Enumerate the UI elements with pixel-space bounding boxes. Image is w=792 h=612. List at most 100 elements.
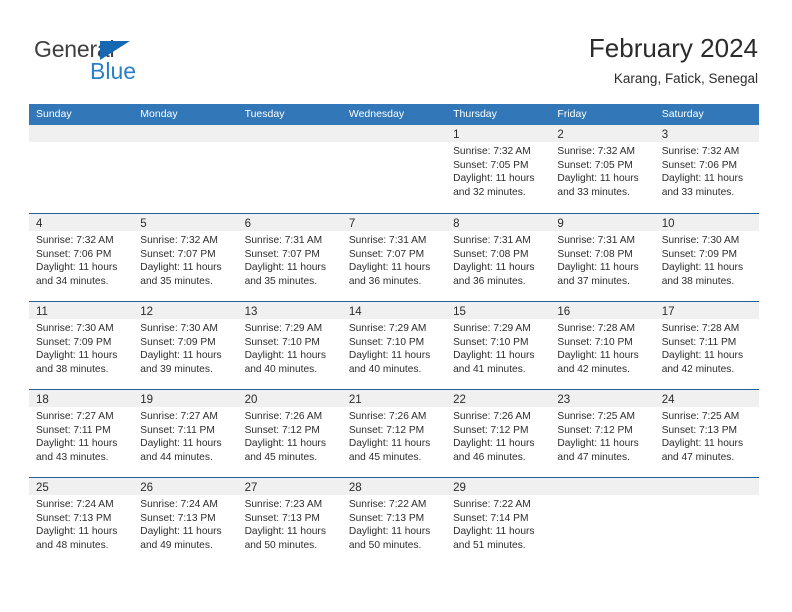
calendar-day-cell[interactable]: 5 Sunrise: 7:32 AM Sunset: 7:07 PM Daylight… — [133, 214, 238, 301]
day-number: 28 — [348, 482, 362, 494]
day-number: 24 — [661, 394, 675, 406]
general-blue-logo[interactable]: General Blue — [34, 36, 234, 88]
calendar-day-cell[interactable]: 18 Sunrise: 7:27 AM Sunset: 7:11 PM Dayligh… — [29, 390, 134, 477]
day-number: 21 — [348, 394, 362, 406]
day-detail-line: Sunset: 7:07 PM — [140, 248, 216, 260]
day-detail-line: Sunset: 7:12 PM — [453, 424, 529, 436]
day-detail-line: and 44 minutes. — [140, 451, 213, 463]
day-detail-line: Sunrise: 7:25 AM — [557, 411, 635, 422]
day-detail-line: Sunrise: 7:26 AM — [244, 411, 323, 422]
day-detail-line: Sunset: 7:13 PM — [244, 512, 320, 524]
calendar-day-cell[interactable]: 12 Sunrise: 7:30 AM Sunset: 7:09 PM Dayligh… — [133, 302, 238, 389]
calendar-day-cell[interactable]: 7 Sunrise: 7:31 AM Sunset: 7:07 PM Daylight… — [341, 214, 447, 301]
day-detail-line: Sunrise: 7:28 AM — [661, 323, 740, 334]
calendar-day-cell[interactable]: 26 Sunrise: 7:24 AM Sunset: 7:13 PM Dayligh… — [133, 478, 238, 565]
day-detail-lines: Sunrise: 7:24 AM Sunset: 7:13 PM Daylight:… — [29, 495, 133, 552]
day-detail-line: Sunset: 7:09 PM — [661, 248, 738, 260]
day-detail-line: Daylight: 11 hours — [36, 262, 118, 274]
day-detail-line: Daylight: 11 hours — [453, 350, 535, 362]
calendar-day-cell[interactable]: 14 Sunrise: 7:29 AM Sunset: 7:10 PM Dayligh… — [341, 302, 447, 389]
day-detail-line: Sunrise: 7:32 AM — [557, 146, 635, 157]
day-number-band: 17 — [654, 302, 759, 319]
day-detail-line: and 36 minutes. — [453, 275, 526, 287]
calendar-day-cell[interactable]: 24 Sunrise: 7:25 AM Sunset: 7:13 PM Dayligh… — [654, 390, 759, 477]
day-detail-lines: Sunrise: 7:27 AM Sunset: 7:11 PM Daylight:… — [29, 407, 133, 464]
calendar-day-cell[interactable]: 9 Sunrise: 7:31 AM Sunset: 7:08 PM Daylight… — [550, 214, 655, 301]
calendar-day-cell[interactable]: 8 Sunrise: 7:31 AM Sunset: 7:08 PM Daylight… — [446, 214, 551, 301]
day-detail-line: Sunset: 7:11 PM — [140, 424, 215, 436]
day-detail-line: Sunset: 7:11 PM — [661, 336, 737, 348]
day-detail-line: Sunrise: 7:24 AM — [36, 499, 114, 510]
day-number: 29 — [453, 482, 466, 494]
calendar-day-cell[interactable]: 2 Sunrise: 7:32 AM Sunset: 7:05 PM Daylight… — [550, 125, 655, 213]
day-detail-line: Sunset: 7:09 PM — [36, 336, 112, 348]
calendar-day-cell[interactable]: 21 Sunrise: 7:26 AM Sunset: 7:12 PM Dayligh… — [341, 390, 447, 477]
day-detail-line: Daylight: 11 hours — [557, 438, 639, 450]
day-detail-line: Daylight: 11 hours — [36, 350, 118, 362]
day-detail-line: Sunset: 7:13 PM — [36, 512, 112, 524]
calendar-day-cell[interactable]: 17 Sunrise: 7:28 AM Sunset: 7:11 PM Dayligh… — [654, 302, 759, 389]
calendar-day-cell[interactable]: 3 Sunrise: 7:32 AM Sunset: 7:06 PM Daylight… — [654, 125, 759, 213]
day-detail-line: Sunrise: 7:31 AM — [453, 235, 531, 246]
day-detail-line: Sunrise: 7:22 AM — [453, 499, 531, 510]
day-detail-line: Sunrise: 7:26 AM — [453, 411, 531, 422]
calendar-day-cell[interactable]: 4 Sunrise: 7:32 AM Sunset: 7:06 PM Daylight… — [29, 214, 134, 301]
day-detail-line: and 35 minutes. — [140, 275, 213, 287]
day-detail-line: Daylight: 11 hours — [557, 350, 639, 362]
calendar-day-cell[interactable]: 16 Sunrise: 7:28 AM Sunset: 7:10 PM Dayligh… — [550, 302, 655, 389]
day-detail-line: Sunrise: 7:29 AM — [348, 323, 427, 334]
day-detail-lines: Sunrise: 7:30 AM Sunset: 7:09 PM Daylight:… — [655, 231, 759, 288]
day-number: 5 — [140, 218, 147, 230]
day-number-band: 24 — [654, 390, 759, 407]
day-detail-line: Sunrise: 7:26 AM — [348, 411, 427, 422]
day-number-band: 21 — [341, 390, 447, 407]
day-detail-lines — [29, 142, 133, 145]
calendar-day-cell[interactable]: 10 Sunrise: 7:30 AM Sunset: 7:09 PM Dayligh… — [654, 214, 759, 301]
day-detail-lines: Sunrise: 7:26 AM Sunset: 7:12 PM Daylight:… — [342, 407, 446, 464]
day-detail-line: and 42 minutes. — [661, 363, 735, 375]
day-detail-lines: Sunrise: 7:29 AM Sunset: 7:10 PM Daylight:… — [238, 319, 342, 376]
day-detail-line: Sunset: 7:05 PM — [557, 159, 633, 171]
day-detail-line: and 45 minutes. — [244, 451, 318, 463]
day-number: 15 — [453, 306, 466, 318]
day-detail-lines: Sunrise: 7:27 AM Sunset: 7:11 PM Daylight:… — [133, 407, 237, 464]
day-number: 20 — [244, 394, 258, 406]
calendar-day-cell[interactable]: 1 Sunrise: 7:32 AM Sunset: 7:05 PM Daylight… — [446, 125, 551, 213]
day-detail-line: and 32 minutes. — [453, 186, 526, 198]
day-detail-line: Daylight: 11 hours — [348, 350, 431, 362]
weekday-header-monday: Monday — [140, 108, 178, 120]
calendar-week-row: 25 Sunrise: 7:24 AM Sunset: 7:13 PM Dayligh… — [29, 477, 759, 565]
calendar-day-cell[interactable]: 23 Sunrise: 7:25 AM Sunset: 7:12 PM Dayligh… — [550, 390, 655, 477]
day-number: 13 — [244, 306, 258, 318]
day-number-band: 14 — [341, 302, 447, 319]
calendar-day-cell[interactable]: 19 Sunrise: 7:27 AM Sunset: 7:11 PM Dayligh… — [133, 390, 238, 477]
day-number: 27 — [244, 482, 258, 494]
day-number-band: 12 — [133, 302, 238, 319]
calendar-day-cell[interactable]: 25 Sunrise: 7:24 AM Sunset: 7:13 PM Dayligh… — [29, 478, 134, 565]
day-number: 7 — [348, 218, 356, 230]
day-detail-line: Daylight: 11 hours — [453, 438, 535, 450]
day-number: 23 — [557, 394, 571, 406]
day-detail-line: Sunrise: 7:32 AM — [661, 146, 740, 157]
day-number: 14 — [348, 306, 362, 318]
day-number: 2 — [557, 129, 564, 141]
day-detail-line: Sunset: 7:10 PM — [348, 336, 425, 348]
calendar-day-cell[interactable]: 15 Sunrise: 7:29 AM Sunset: 7:10 PM Dayligh… — [446, 302, 551, 389]
calendar-day-cell[interactable]: 6 Sunrise: 7:31 AM Sunset: 7:07 PM Daylight… — [237, 214, 342, 301]
day-number: 12 — [140, 306, 154, 318]
title-block: February 2024 Karang, Fatick, Senegal — [589, 32, 758, 87]
day-detail-line: Sunrise: 7:27 AM — [36, 411, 114, 422]
day-detail-line: Daylight: 11 hours — [557, 173, 639, 185]
calendar-day-cell[interactable]: 13 Sunrise: 7:29 AM Sunset: 7:10 PM Dayligh… — [237, 302, 342, 389]
calendar-day-cell[interactable]: 11 Sunrise: 7:30 AM Sunset: 7:09 PM Dayligh… — [29, 302, 134, 389]
calendar-day-cell[interactable]: 22 Sunrise: 7:26 AM Sunset: 7:12 PM Dayligh… — [446, 390, 551, 477]
day-detail-lines — [550, 495, 654, 498]
calendar-day-cell[interactable]: 28 Sunrise: 7:22 AM Sunset: 7:13 PM Dayligh… — [341, 478, 447, 565]
calendar-day-cell[interactable]: 29 Sunrise: 7:22 AM Sunset: 7:14 PM Dayligh… — [446, 478, 551, 565]
day-number-band: 25 — [29, 478, 134, 495]
calendar-day-cell-empty — [237, 125, 342, 213]
calendar-weeks: 1 Sunrise: 7:32 AM Sunset: 7:05 PM Daylight… — [29, 125, 759, 565]
calendar-day-cell[interactable]: 20 Sunrise: 7:26 AM Sunset: 7:12 PM Dayligh… — [237, 390, 342, 477]
calendar-day-cell[interactable]: 27 Sunrise: 7:23 AM Sunset: 7:13 PM Dayligh… — [237, 478, 342, 565]
day-detail-lines: Sunrise: 7:22 AM Sunset: 7:14 PM Daylight:… — [446, 495, 550, 552]
